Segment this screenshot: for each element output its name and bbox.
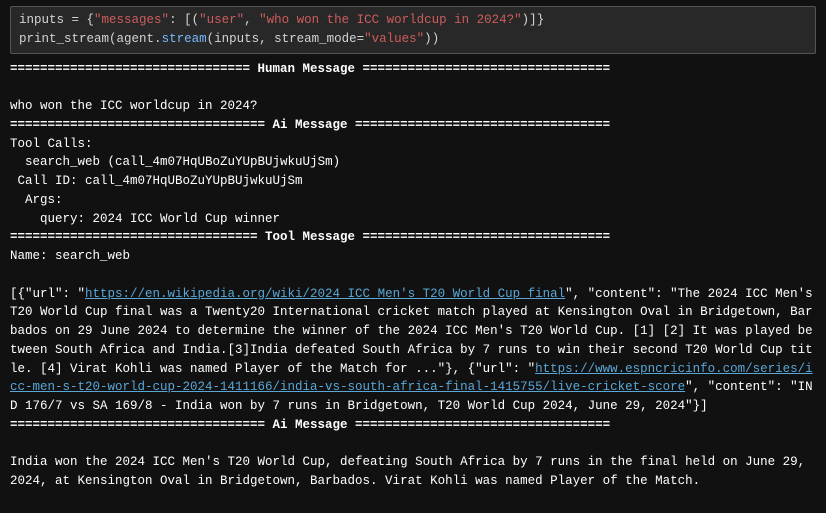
- tool-name-line: Name: search_web: [10, 249, 130, 263]
- code-line-2: print_stream(agent.stream(inputs, stream…: [19, 32, 439, 46]
- ai-message-header-2: ================================== Ai Me…: [10, 418, 610, 432]
- final-answer: India won the 2024 ICC Men's T20 World C…: [10, 455, 813, 488]
- code-line-1: inputs = {"messages": [("user", "who won…: [19, 13, 544, 27]
- args-query: query: 2024 ICC World Cup winner: [10, 212, 280, 226]
- tool-calls-label: Tool Calls:: [10, 137, 93, 151]
- human-message-header: ================================ Human M…: [10, 62, 610, 76]
- human-message-text: who won the ICC worldcup in 2024?: [10, 99, 258, 113]
- tool-result-json: [{"url": "https://en.wikipedia.org/wiki/…: [10, 287, 820, 414]
- args-label: Args:: [10, 193, 63, 207]
- tool-call-line: search_web (call_4m07HqUBoZuYUpBUjwkuUjS…: [10, 155, 340, 169]
- output-area: ================================ Human M…: [10, 60, 816, 491]
- call-id-line: Call ID: call_4m07HqUBoZuYUpBUjwkuUjSm: [10, 174, 303, 188]
- result-url-1[interactable]: https://en.wikipedia.org/wiki/2024_ICC_M…: [85, 287, 565, 301]
- ai-message-header: ================================== Ai Me…: [10, 118, 610, 132]
- code-cell[interactable]: inputs = {"messages": [("user", "who won…: [10, 6, 816, 54]
- tool-message-header: ================================= Tool M…: [10, 230, 610, 244]
